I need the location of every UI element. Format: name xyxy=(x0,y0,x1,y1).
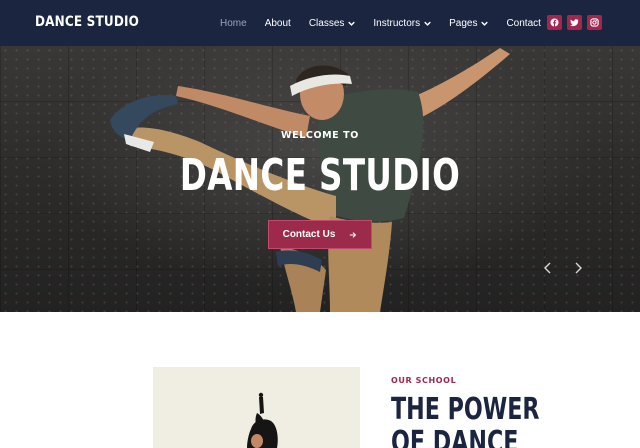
dancer-silhouette xyxy=(247,392,278,448)
nav-item-about[interactable]: About xyxy=(265,18,291,29)
section-title-line: OF DANCE xyxy=(391,425,519,448)
facebook-icon[interactable] xyxy=(547,15,562,30)
section-title: THE POWER OF DANCE xyxy=(391,393,554,448)
site-logo[interactable]: DANCE STUDIO xyxy=(35,14,139,30)
nav-item-label: Home xyxy=(220,17,247,29)
main-nav: Home About Classes Instructors Pages Con… xyxy=(220,0,559,46)
chevron-down-icon xyxy=(348,21,356,26)
chevron-down-icon xyxy=(424,21,431,26)
nav-item-instructors[interactable]: Instructors xyxy=(373,18,431,29)
nav-item-label: Classes xyxy=(308,17,345,29)
contact-us-label: Contact Us xyxy=(282,229,336,240)
dancer-photo xyxy=(153,367,360,448)
hero-eyebrow: WELCOME TO xyxy=(281,130,359,141)
nav-item-label: About xyxy=(264,17,291,29)
nav-item-label: Pages xyxy=(449,17,478,29)
nav-item-label: Instructors xyxy=(373,17,421,29)
nav-item-classes[interactable]: Classes xyxy=(309,18,356,29)
instagram-icon[interactable] xyxy=(587,15,602,30)
section-title-line: THE POWER xyxy=(391,392,540,427)
chevron-left-icon[interactable] xyxy=(543,262,553,274)
chevron-down-icon xyxy=(481,21,489,26)
section-eyebrow: OUR SCHOOL xyxy=(391,376,457,385)
hero-title: DANCE STUDIO xyxy=(179,150,461,201)
arrow-right-icon xyxy=(350,231,357,238)
hero-slider: WELCOME TO DANCE STUDIO Contact Us xyxy=(0,46,640,312)
chevron-right-icon[interactable] xyxy=(573,262,583,274)
nav-item-contact[interactable]: Contact xyxy=(506,18,540,29)
social-links xyxy=(547,15,602,30)
twitter-icon[interactable] xyxy=(567,15,582,30)
nav-item-pages[interactable]: Pages xyxy=(449,17,489,29)
contact-us-button[interactable]: Contact Us xyxy=(268,220,372,249)
nav-item-home[interactable]: Home xyxy=(220,18,247,29)
nav-item-label: Contact xyxy=(506,17,541,29)
site-header: DANCE STUDIO Home About Classes Instruct… xyxy=(0,0,640,46)
